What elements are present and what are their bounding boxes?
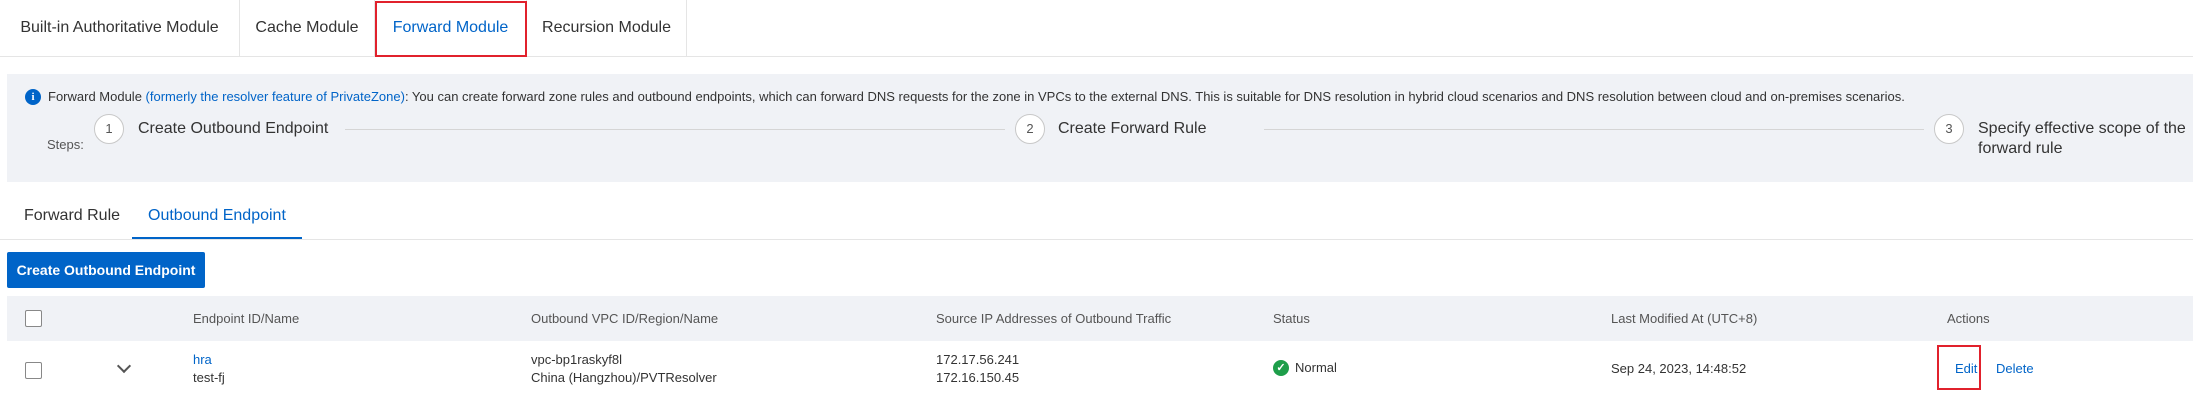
select-all-checkbox[interactable] [25,310,42,327]
step-3-title-line-2: forward rule [1978,140,2063,157]
header-source-ip: Source IP Addresses of Outbound Traffic [936,311,1172,326]
info-circle-icon: i [25,89,41,105]
sub-tab-bar: Forward Rule Outbound Endpoint [0,196,2193,240]
step-3-number: 3 [1934,114,1964,144]
table-header: Endpoint ID/Name Outbound VPC ID/Region/… [7,296,2193,341]
step-2-title: Create Forward Rule [1058,120,1207,137]
vpc-cell: vpc-bp1raskyf8l China (Hangzhou)/PVTReso… [531,351,717,387]
chevron-down-icon[interactable] [116,358,132,374]
vpc-region-name: China (Hangzhou)/PVTResolver [531,370,717,385]
table-row: hra test-fj vpc-bp1raskyf8l China (Hangz… [7,341,2193,396]
resolver-feature-link[interactable]: (formerly the resolver feature of Privat… [146,89,405,104]
header-endpoint: Endpoint ID/Name [193,311,300,326]
source-ip-2: 172.16.150.45 [936,370,1020,385]
step-3-title-line-1: Specify effective scope of the [1978,120,2186,137]
tab-outbound-endpoint[interactable]: Outbound Endpoint [132,196,302,239]
info-description: Forward Module (formerly the resolver fe… [48,89,1905,105]
endpoint-cell: hra test-fj [193,351,225,387]
tab-cache-module[interactable]: Cache Module [240,0,375,56]
edit-link[interactable]: Edit [1955,360,1977,378]
tab-forward-rule[interactable]: Forward Rule [24,196,120,239]
check-circle-icon: ✓ [1273,360,1289,376]
endpoint-name: test-fj [193,370,225,385]
source-ip-1: 172.17.56.241 [936,352,1020,367]
endpoint-id-link[interactable]: hra [193,352,212,367]
delete-link[interactable]: Delete [1996,360,2034,378]
header-vpc: Outbound VPC ID/Region/Name [531,311,719,326]
info-prefix: Forward Module [48,89,146,104]
info-panel: i Forward Module (formerly the resolver … [7,74,2193,182]
step-connector-2 [1264,129,1924,130]
info-suffix: : You can create forward zone rules and … [404,89,1905,104]
step-1-number: 1 [94,114,124,144]
step-3-title: Specify effective scope of the forward ru… [1978,119,2186,159]
create-outbound-endpoint-button[interactable]: Create Outbound Endpoint [7,252,205,288]
step-connector-1 [345,129,1005,130]
last-modified-cell: Sep 24, 2023, 14:48:52 [1611,361,1747,376]
source-ip-cell: 172.17.56.241 172.16.150.45 [936,351,1019,387]
status-text: Normal [1295,360,1337,375]
step-2-number: 2 [1015,114,1045,144]
tab-built-in-authoritative-module[interactable]: Built-in Authoritative Module [0,0,240,56]
vpc-id: vpc-bp1raskyf8l [531,352,623,367]
tab-recursion-module[interactable]: Recursion Module [527,0,687,56]
status-cell: ✓ Normal [1273,359,1337,377]
step-1-title: Create Outbound Endpoint [138,120,329,137]
tab-forward-module[interactable]: Forward Module [375,0,527,56]
module-tab-bar: Built-in Authoritative Module Cache Modu… [0,0,2193,57]
header-last-modified: Last Modified At (UTC+8) [1611,311,1758,326]
header-status: Status [1273,311,1310,326]
header-actions: Actions [1947,311,1990,326]
steps-label: Steps: [47,137,84,152]
row-checkbox[interactable] [25,362,42,379]
